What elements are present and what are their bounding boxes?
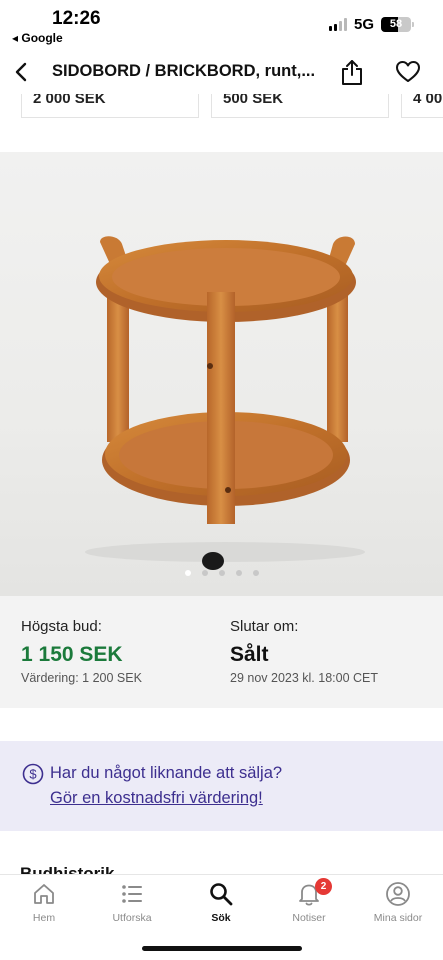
gallery-dot[interactable] <box>252 570 259 576</box>
status-bar: 12:26 ◂ Google 5G 58 <box>0 0 443 50</box>
related-item-price: 4 00 <box>413 94 443 107</box>
notification-badge: 2 <box>315 878 332 895</box>
ends-date: 29 nov 2023 kl. 18:00 CET <box>230 671 379 685</box>
tab-notifications[interactable]: 2 Notiser <box>265 878 353 931</box>
product-image-gallery[interactable] <box>0 152 443 596</box>
product-image <box>85 236 365 570</box>
tab-label: Sök <box>211 912 231 924</box>
tab-label: Notiser <box>292 912 326 924</box>
sell-prompt: Har du något liknande att sälja? <box>50 764 283 782</box>
related-item-price: 500 SEK <box>223 94 284 107</box>
tab-home[interactable]: Hem <box>0 881 88 931</box>
related-item-card[interactable]: 2 000 SEK <box>21 94 199 118</box>
gallery-dot[interactable] <box>201 570 208 576</box>
heart-icon[interactable] <box>395 59 421 85</box>
back-arrow-icon[interactable] <box>10 60 34 84</box>
dollar-circle-icon: $ <box>22 763 44 785</box>
tab-my-pages[interactable]: Mina sidor <box>354 881 442 931</box>
share-icon[interactable] <box>340 58 364 86</box>
search-icon <box>210 883 233 906</box>
tab-label: Hem <box>32 912 56 924</box>
battery-icon: 58 <box>381 17 414 32</box>
tab-search[interactable]: Sök <box>177 881 265 931</box>
ends-status: Sålt <box>230 643 269 666</box>
related-item-price: 2 000 SEK <box>33 94 106 107</box>
gallery-pagination <box>0 570 443 576</box>
home-icon <box>34 884 54 904</box>
section-spacer <box>0 708 443 741</box>
highest-bid-value: 1 150 SEK <box>21 643 123 666</box>
battery-level: 58 <box>389 18 403 30</box>
status-time: 12:26 <box>52 8 101 29</box>
bid-history-heading: Budhistorik <box>20 864 115 874</box>
gallery-dot[interactable] <box>218 570 225 576</box>
bid-info-panel: Högsta bud: 1 150 SEK Värdering: 1 200 S… <box>0 596 443 708</box>
signal-icon <box>328 18 347 31</box>
tab-label: Mina sidor <box>373 912 423 924</box>
page-title: SIDOBORD / BRICKBORD, runt,... <box>52 62 316 80</box>
gallery-dot[interactable] <box>235 570 242 576</box>
related-item-card[interactable]: 4 00 <box>401 94 443 118</box>
home-indicator <box>142 946 302 951</box>
list-icon <box>122 885 142 903</box>
back-to-app-link[interactable]: ◂ Google <box>12 31 63 45</box>
svg-text:$: $ <box>29 767 37 782</box>
nav-header: SIDOBORD / BRICKBORD, runt,... <box>0 50 443 94</box>
free-valuation-link[interactable]: Gör en kostnadsfri värdering! <box>50 789 263 808</box>
valuation-text: Värdering: 1 200 SEK <box>21 671 142 685</box>
related-item-card[interactable]: 500 SEK <box>211 94 389 118</box>
gallery-dot-active[interactable] <box>184 570 191 576</box>
network-type: 5G <box>353 16 374 33</box>
tab-label: Utforska <box>112 912 152 924</box>
sell-banner: $ Har du något liknande att sälja? Gör e… <box>0 741 443 831</box>
tab-explore[interactable]: Utforska <box>88 881 176 931</box>
status-indicators: 5G 58 <box>328 16 414 33</box>
ends-label: Slutar om: <box>230 618 299 635</box>
related-items-strip: 2 000 SEK 500 SEK 4 00 <box>0 94 443 126</box>
user-icon <box>386 882 410 906</box>
highest-bid-label: Högsta bud: <box>21 618 102 635</box>
